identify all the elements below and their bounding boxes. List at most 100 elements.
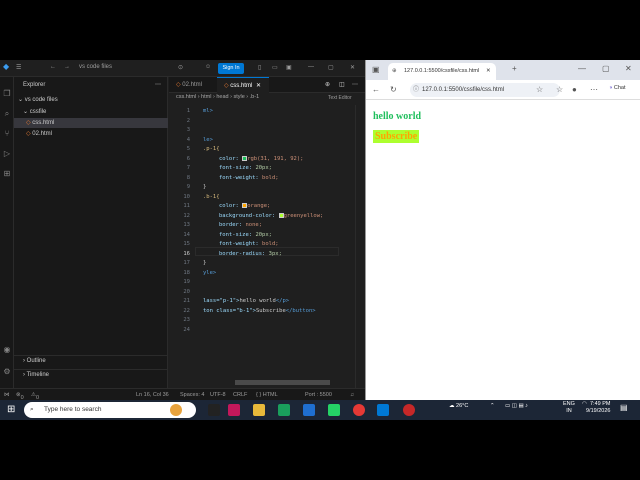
timeline-section[interactable]: › Timeline — [14, 369, 168, 379]
windows-start-icon[interactable]: ⊞ — [7, 404, 15, 415]
folder-cssfile[interactable]: ⌄ cssfile — [14, 107, 168, 117]
copilot-app-icon[interactable] — [228, 404, 240, 416]
account-icon[interactable]: ☺ — [205, 64, 211, 70]
profile-avatar[interactable]: ● — [572, 85, 577, 94]
line-number: 2 — [186, 117, 190, 124]
more-actions-icon[interactable]: ⋯ — [155, 81, 161, 88]
line-number: 17 — [183, 260, 190, 266]
line-number: 24 — [183, 326, 190, 333]
code-line: le> — [203, 136, 213, 143]
open-preview-icon[interactable]: ⊕ — [325, 81, 330, 88]
clock[interactable]: 7:49 PM 9/19/2026 — [586, 401, 610, 415]
language-mode[interactable]: { } HTML — [256, 392, 278, 398]
maximize-icon[interactable]: ▢ — [602, 64, 610, 73]
tab-close-icon[interactable]: ✕ — [486, 63, 491, 80]
line-number: 13 — [183, 222, 190, 228]
files-icon[interactable]: ❐ — [2, 89, 12, 99]
file-02-html[interactable]: ◇ 02.html — [14, 129, 168, 139]
breadcrumb[interactable]: css.html › html › head › style › .b-1 — [176, 94, 259, 104]
warnings-status[interactable]: ⚠ 0 — [31, 392, 39, 401]
errors-status[interactable]: ⊗ 0 — [16, 392, 24, 401]
tray-icons[interactable]: ▭ ◫ ▤ ♪ — [505, 403, 528, 409]
close-icon[interactable]: ✕ — [625, 64, 632, 73]
recording-app-icon[interactable] — [403, 404, 415, 416]
maximize-icon[interactable]: ▢ — [328, 64, 334, 71]
live-server-port[interactable]: Port : 5500 — [305, 392, 332, 398]
copilot-icon[interactable]: ⊙ — [178, 64, 183, 71]
reload-icon[interactable]: ↻ — [390, 85, 397, 94]
close-icon[interactable]: ✕ — [350, 64, 355, 71]
favorite-star-icon[interactable]: ☆ — [536, 85, 543, 94]
forward-arrow-icon[interactable]: → — [64, 64, 70, 70]
code-editor[interactable]: 1 2 3 4 5 6 7 8 9 10 11 12 13 14 15 16 1… — [169, 105, 365, 388]
file-explorer-icon[interactable] — [253, 404, 265, 416]
indentation[interactable]: Spaces: 4 — [180, 392, 204, 398]
search-icon[interactable]: ⌕ — [2, 109, 12, 119]
line-number: 14 — [183, 231, 190, 238]
cursor-position[interactable]: Ln 16, Col 36 — [136, 392, 169, 398]
code-line: ton class="b-1">Subscribe</button> — [203, 307, 316, 314]
line-number: 5 — [186, 146, 190, 152]
more-options-icon[interactable]: ⋯ — [590, 85, 598, 94]
search-highlight-icon[interactable] — [170, 404, 182, 416]
settings-gear-icon[interactable]: ⚙ — [2, 367, 12, 377]
editor-vertical-scrollbar[interactable] — [355, 105, 365, 388]
layout-panel-icon[interactable]: ▭ — [272, 64, 278, 71]
notifications-bell-icon[interactable]: ♫ — [350, 392, 354, 398]
tab-close-icon[interactable]: ✕ — [256, 83, 261, 89]
outline-section[interactable]: › Outline — [14, 355, 168, 365]
folder-vs-code-files[interactable]: ⌄ vs code files — [14, 95, 168, 105]
code-line: .b-1{ — [203, 193, 220, 200]
notification-center-icon[interactable]: ▤ — [620, 403, 628, 412]
tab-actions-icon[interactable]: ▣ — [372, 65, 380, 74]
whatsapp-icon[interactable] — [328, 404, 340, 416]
window-title[interactable]: vs code files — [79, 64, 112, 70]
task-view-icon[interactable] — [208, 404, 220, 416]
new-tab-icon[interactable]: + — [512, 64, 517, 73]
line-number: 7 — [186, 165, 190, 171]
code-line: font-weight: bold; — [219, 174, 279, 181]
tab-02-html[interactable]: ◇ 02.html — [169, 77, 217, 93]
more-actions-icon[interactable]: ⋯ — [352, 81, 358, 88]
editor-horizontal-scrollbar[interactable] — [235, 380, 330, 385]
file-css-html[interactable]: ◇ css.html — [14, 118, 168, 128]
tab-css-html[interactable]: ◇ css.html ✕ — [217, 77, 269, 93]
minimize-icon[interactable]: — — [578, 64, 586, 73]
back-arrow-icon[interactable]: ← — [372, 85, 380, 94]
browser-toolbar: ← ↻ ⓘ 127.0.0.1:5500/cssfile/css.html ☆ … — [366, 80, 640, 100]
code-line: color: rgb(31, 191, 92); — [219, 155, 304, 162]
site-info-icon[interactable]: ⓘ — [413, 83, 419, 97]
edge-icon[interactable] — [278, 404, 290, 416]
menu-icon[interactable]: ☰ — [16, 64, 21, 71]
chat-button[interactable]: ◑ Chat — [609, 85, 625, 91]
line-number: 22 — [183, 307, 190, 314]
layout-custom-icon[interactable]: ▣ — [286, 64, 292, 71]
code-line: } — [203, 184, 207, 190]
browser-tab[interactable]: ⊕ 127.0.0.1:5500/cssfile/css.html ✕ — [388, 63, 496, 80]
source-control-icon[interactable]: ⑂ — [2, 129, 12, 139]
account-circle-icon[interactable]: ◉ — [2, 345, 12, 355]
split-editor-icon[interactable]: ◫ — [339, 81, 345, 88]
code-line: font-weight: bold; — [219, 241, 279, 247]
weather-widget[interactable]: ☁ 26°C — [449, 403, 468, 409]
remote-icon[interactable]: ⋈ — [4, 392, 10, 398]
subscribe-button[interactable]: Subscribe — [373, 130, 420, 143]
back-arrow-icon[interactable]: ← — [50, 64, 56, 70]
encoding[interactable]: UTF-8 — [210, 392, 226, 398]
line-number: 1 — [186, 108, 190, 114]
show-hidden-icons[interactable]: ⌃ — [490, 403, 495, 409]
extensions-icon[interactable]: ⊞ — [2, 169, 12, 179]
line-number: 11 — [183, 203, 190, 209]
language-indicator[interactable]: ENG IN — [563, 401, 575, 415]
sign-in-button[interactable]: Sign In — [218, 63, 244, 74]
minimize-icon[interactable]: — — [308, 64, 314, 70]
line-endings[interactable]: CRLF — [233, 392, 247, 398]
layout-sidebar-icon[interactable]: ▯ — [258, 64, 261, 71]
run-debug-icon[interactable]: ▷ — [2, 149, 12, 159]
favorites-icon[interactable]: ☆ — [556, 85, 563, 94]
chrome-icon[interactable] — [353, 404, 365, 416]
chevron-down-icon: ⌄ — [18, 97, 25, 103]
vscode-taskbar-icon[interactable] — [377, 404, 389, 416]
code-line: lass="p-1">hello world</p> — [203, 298, 290, 304]
store-icon[interactable] — [303, 404, 315, 416]
